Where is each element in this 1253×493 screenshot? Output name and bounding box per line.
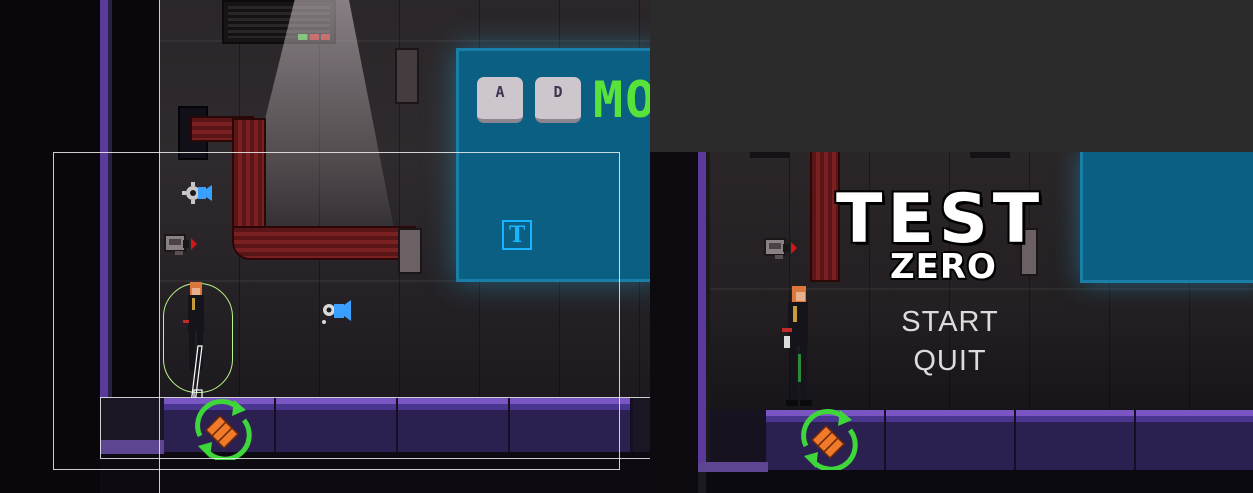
floor-tile <box>1016 410 1137 470</box>
pipe-bracket <box>395 48 419 104</box>
floor-tile <box>1136 410 1253 470</box>
game-title: TEST <box>836 180 1045 259</box>
game-view[interactable]: TEST ZERO START QUIT <box>650 0 1253 493</box>
floor-collider-gizmo <box>100 397 650 459</box>
grid-axis-line <box>159 0 160 493</box>
game-viewport: TEST ZERO START QUIT <box>650 152 1253 493</box>
ceiling-fixture <box>970 152 1010 158</box>
ceiling-fixture <box>750 152 790 158</box>
start-button[interactable]: START <box>870 308 1030 337</box>
key-d: D <box>535 77 581 123</box>
scene-view[interactable]: A D MO T <box>0 0 650 493</box>
camera-icon <box>764 238 797 259</box>
quit-button[interactable]: QUIT <box>870 347 1030 376</box>
game-subtitle: ZERO <box>890 247 997 287</box>
level-void <box>650 152 698 493</box>
tutorial-screen <box>1080 152 1253 283</box>
wall-trim-left <box>698 152 706 472</box>
reload-icon <box>801 409 858 470</box>
floor-edge <box>698 462 768 472</box>
player-sprite <box>782 286 812 406</box>
floor-base <box>706 470 1253 493</box>
screen-text: MO <box>593 71 650 129</box>
key-a: A <box>477 77 523 123</box>
floor-tile <box>886 410 1017 470</box>
